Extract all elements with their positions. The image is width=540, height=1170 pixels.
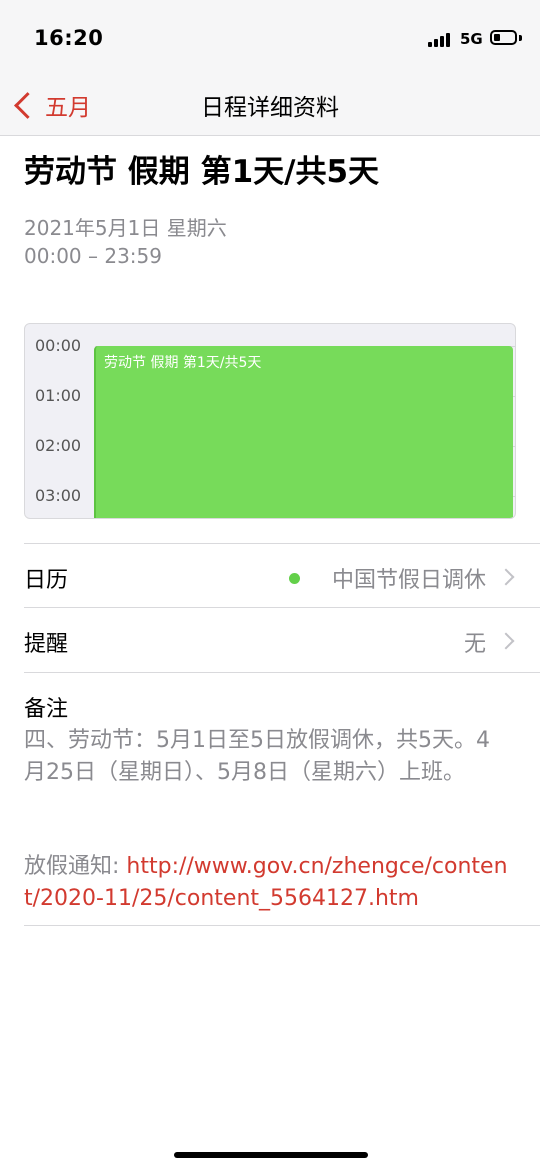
event-block[interactable]: 劳动节 假期 第1天/共5天 <box>94 346 513 518</box>
event-time-range: 00:00 – 23:59 <box>24 244 162 268</box>
cellular-signal-icon <box>428 32 454 47</box>
notes-section: 备注 四、劳动节：5月1日至5日放假调休，共5天。4月25日（星期日）、5月8日… <box>24 672 540 911</box>
event-block-label: 劳动节 假期 第1天/共5天 <box>104 355 262 371</box>
home-indicator[interactable] <box>174 1152 368 1158</box>
day-view-preview[interactable]: 00:00 01:00 02:00 03:00 劳动节 假期 第1天/共5天 <box>24 323 516 519</box>
top-bar: 16:20 5G 五月 日程详细资料 <box>0 0 540 136</box>
notes-link-line: 放假通知: http://www.gov.cn/zhengce/content/… <box>24 851 514 915</box>
event-title: 劳动节 假期 第1天/共5天 <box>24 154 380 190</box>
notes-body: 四、劳动节：5月1日至5日放假调休，共5天。4月25日（星期日）、5月8日（星期… <box>24 728 490 785</box>
hour-label: 01:00 <box>35 386 82 405</box>
alert-value: 无 <box>463 632 486 657</box>
hour-label: 02:00 <box>35 436 82 455</box>
battery-icon <box>490 30 517 45</box>
event-date: 2021年5月1日 星期六 <box>24 216 227 240</box>
alert-row[interactable]: 提醒 无 <box>24 607 540 672</box>
status-time: 16:20 <box>34 26 104 50</box>
calendar-row[interactable]: 日历 中国节假日调休 <box>24 543 540 608</box>
notes-label: 备注 <box>24 697 69 722</box>
notes-link-prefix: 放假通知: <box>24 854 127 879</box>
chevron-right-icon <box>497 632 515 650</box>
alert-label: 提醒 <box>24 632 69 657</box>
nav-title: 日程详细资料 <box>201 95 339 121</box>
hour-label: 03:00 <box>35 486 82 505</box>
calendar-color-dot <box>289 573 300 584</box>
calendar-value: 中国节假日调休 <box>331 568 486 593</box>
calendar-label: 日历 <box>24 568 69 593</box>
hour-label: 00:00 <box>35 336 82 355</box>
battery-tip <box>519 35 522 41</box>
network-type: 5G <box>460 30 483 48</box>
divider <box>24 925 540 926</box>
chevron-right-icon <box>497 568 515 586</box>
